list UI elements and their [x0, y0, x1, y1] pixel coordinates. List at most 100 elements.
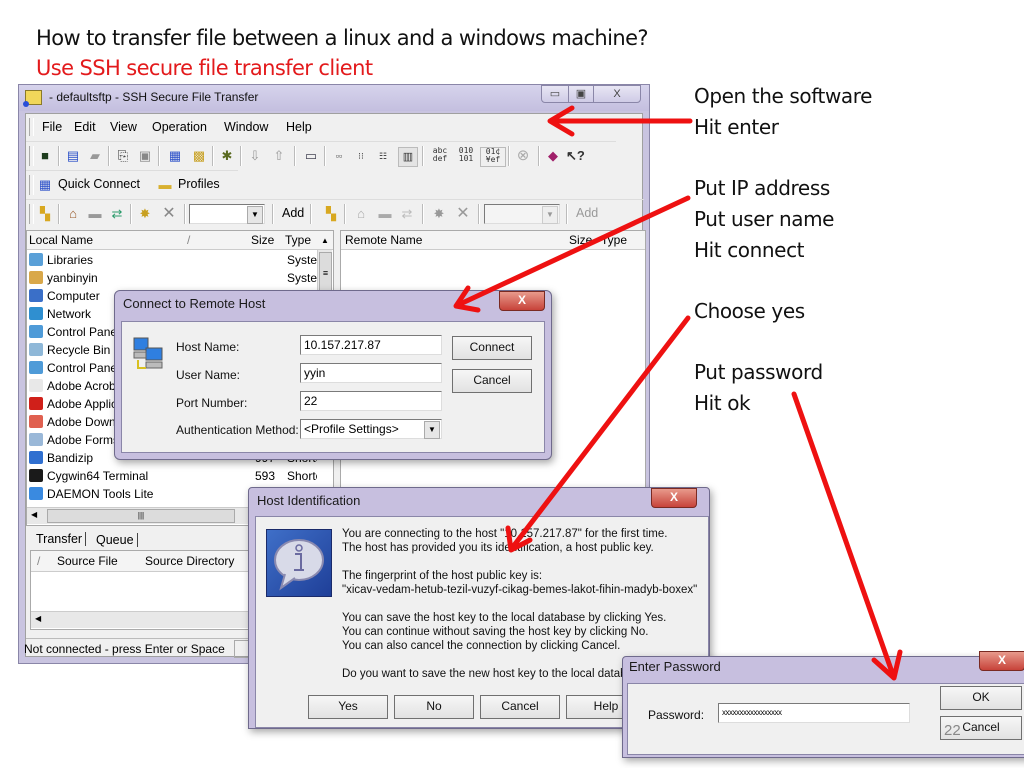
download-icon[interactable]: ⇩	[246, 147, 264, 165]
new-folder-icon[interactable]: ✸	[136, 205, 154, 223]
remote-delete-icon[interactable]: ✕	[454, 205, 472, 223]
col-sort[interactable]: /	[37, 554, 40, 568]
toolbar-grip[interactable]	[29, 175, 34, 195]
local-file-row[interactable]: Cygwin64 Terminal 593 Shortc	[29, 467, 317, 485]
col-remote-type[interactable]: Type	[601, 233, 627, 247]
new-terminal-icon[interactable]: ▤	[64, 147, 82, 165]
menu-grip[interactable]	[29, 118, 34, 136]
minimize-button[interactable]: ▭	[541, 85, 569, 103]
remote-path-dropdown[interactable]: ▼	[484, 204, 560, 224]
menu-window[interactable]: Window	[224, 120, 268, 134]
remote-home-icon[interactable]: ⌂	[352, 205, 370, 223]
col-source-directory[interactable]: Source Directory	[145, 554, 234, 568]
menu-operation[interactable]: Operation	[152, 120, 207, 134]
refresh-icon[interactable]: ⇄	[108, 205, 126, 223]
port-number-label: Port Number:	[176, 396, 248, 410]
remote-folders-icon[interactable]: ▚	[322, 205, 340, 223]
paste-icon[interactable]: ▣	[136, 147, 154, 165]
menu-view[interactable]: View	[110, 120, 137, 134]
hscroll-thumb[interactable]: |||	[47, 509, 235, 523]
remote-refresh-icon[interactable]: ⇄	[398, 205, 416, 223]
dialog-title: Host Identification	[257, 493, 361, 508]
small-icons-view-icon[interactable]: ⁝⁝	[352, 147, 370, 165]
col-remote-size[interactable]: Size	[569, 233, 592, 247]
list-view-icon[interactable]: ☷	[374, 147, 392, 165]
add-local-button[interactable]: Add	[282, 206, 304, 220]
scroll-left-icon[interactable]: ◀	[31, 510, 37, 519]
tab-transfer[interactable]: Transfer	[36, 532, 87, 546]
auth-method-select[interactable]: <Profile Settings> ▼	[300, 419, 442, 439]
cancel-button[interactable]: Cancel	[480, 695, 560, 719]
toolbar-separator	[58, 204, 60, 224]
toolbar-grip[interactable]	[29, 204, 34, 224]
stop-icon[interactable]: ⊗	[514, 147, 532, 165]
profiles-icon[interactable]: ▩	[190, 147, 208, 165]
close-button[interactable]: X	[651, 488, 697, 508]
context-help-icon[interactable]: ↖?	[566, 147, 585, 165]
enter-password-dialog: Enter Password X Password: xxxxxxxxxxxxx…	[622, 651, 1024, 758]
col-type[interactable]: Type	[285, 233, 311, 247]
large-icons-view-icon[interactable]: ▫▫	[330, 147, 348, 165]
col-source-file[interactable]: Source File	[57, 554, 118, 568]
toolbar-separator	[344, 204, 346, 224]
home-icon[interactable]: ⌂	[64, 205, 82, 223]
no-button[interactable]: No	[394, 695, 474, 719]
menu-file[interactable]: File	[42, 120, 62, 134]
add-remote-button[interactable]: Add	[576, 206, 598, 220]
maximize-button[interactable]: ▣	[568, 85, 594, 103]
local-file-row[interactable]: yanbinyin Syster	[29, 269, 317, 287]
col-remote-name[interactable]: Remote Name	[345, 233, 422, 247]
chevron-down-icon[interactable]: ▼	[542, 206, 558, 224]
yes-button[interactable]: Yes	[308, 695, 388, 719]
local-folders-icon[interactable]: ▚	[36, 205, 54, 223]
auto-mode-icon[interactable]: 01¢ ¥ef	[480, 147, 506, 167]
host-name-input[interactable]: 10.157.217.87	[300, 335, 442, 355]
ascii-mode-icon[interactable]: abc def	[428, 147, 452, 165]
scroll-left-icon[interactable]: ◀	[35, 614, 41, 623]
profiles-button[interactable]: Profiles	[178, 177, 220, 191]
step-choose-yes: Choose yes	[694, 296, 805, 327]
remote-new-folder-icon[interactable]: ✸	[430, 205, 448, 223]
remote-parent-folder-icon[interactable]: ▬	[376, 205, 394, 223]
quick-connect-button[interactable]: Quick Connect	[58, 177, 140, 191]
copy-icon[interactable]: ⎘	[114, 147, 132, 165]
step-connect: Put IP address Put user name Hit connect	[694, 173, 834, 266]
bandizip-icon	[29, 451, 43, 464]
settings-icon[interactable]: ✱	[218, 147, 236, 165]
message-line: You can also cancel the connection by cl…	[342, 640, 621, 652]
menu-edit[interactable]: Edit	[74, 120, 96, 134]
col-local-name[interactable]: Local Name	[29, 233, 93, 247]
password-input[interactable]: xxxxxxxxxxxxxxxxx	[718, 703, 910, 723]
save-icon[interactable]: ■	[36, 147, 54, 165]
delete-icon[interactable]: ✕	[160, 205, 178, 223]
scroll-up-icon[interactable]: ▲	[321, 236, 329, 245]
user-name-input[interactable]: yyin	[300, 363, 442, 383]
toolbar-separator	[310, 204, 312, 224]
menu-help[interactable]: Help	[286, 120, 312, 134]
toolbar-grip[interactable]	[29, 146, 34, 166]
help-book-icon[interactable]: ◆	[544, 147, 562, 165]
upload-icon[interactable]: ⇧	[270, 147, 288, 165]
quick-connect-icon[interactable]: ▦	[166, 147, 184, 165]
toolbar-separator	[566, 204, 568, 224]
binary-mode-icon[interactable]: 010 101	[454, 147, 478, 165]
chevron-down-icon[interactable]: ▼	[247, 206, 263, 224]
parent-folder-icon[interactable]: ▬	[86, 205, 104, 223]
col-size[interactable]: Size	[251, 233, 274, 247]
chevron-down-icon[interactable]: ▼	[424, 421, 440, 439]
port-number-input[interactable]: 22	[300, 391, 442, 411]
title-bar[interactable]: - defaultsftp - SSH Secure File Transfer…	[19, 85, 649, 111]
close-button[interactable]: X	[979, 651, 1024, 671]
close-button[interactable]: X	[593, 85, 641, 103]
disconnect-icon[interactable]: ▰	[86, 147, 104, 165]
tab-queue[interactable]: Queue	[96, 533, 138, 547]
ok-button[interactable]: OK	[940, 686, 1022, 710]
local-file-row[interactable]: Libraries Syster	[29, 251, 317, 269]
cancel-button[interactable]: Cancel	[452, 369, 532, 393]
local-path-dropdown[interactable]: ▼	[189, 204, 265, 224]
details-view-icon[interactable]: ▥	[398, 147, 418, 167]
view-window-icon[interactable]: ▭	[302, 147, 320, 165]
close-button[interactable]: X	[499, 291, 545, 311]
app-icon	[23, 90, 42, 107]
connect-button[interactable]: Connect	[452, 336, 532, 360]
